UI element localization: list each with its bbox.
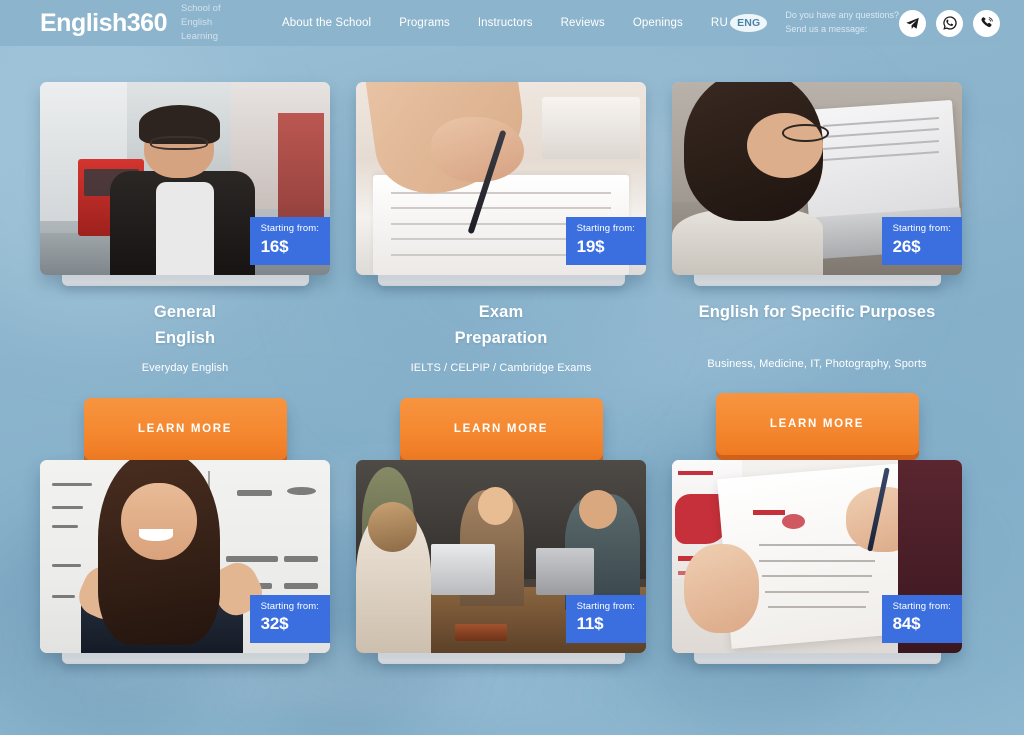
price-value: 32$ — [260, 614, 289, 634]
program-card[interactable]: Starting from: 19$ Exam Preparation IELT… — [356, 82, 646, 460]
price-value: 19$ — [576, 236, 605, 256]
telegram-icon — [906, 17, 919, 29]
learn-more-button[interactable]: LEARN MORE — [399, 397, 603, 460]
learn-more-button[interactable]: LEARN MORE — [83, 397, 287, 460]
card-subtitle: Business, Medicine, IT, Photography, Spo… — [707, 357, 927, 370]
nav-item-about-the-school[interactable]: About the School — [282, 17, 371, 29]
card-media[interactable]: Starting from: 11$ — [356, 459, 646, 653]
nav-item-openings[interactable]: Openings — [633, 17, 683, 29]
program-card[interactable]: Starting from: 26$ English for Specific … — [672, 82, 962, 460]
main-navigation: About the School Programs Instructors Re… — [282, 17, 683, 29]
card-media[interactable]: Starting from: 32$ — [40, 459, 330, 653]
price-label: Starting from: — [576, 600, 635, 612]
price-badge: Starting from: 19$ — [565, 217, 646, 265]
language-switcher: RU ENG — [711, 14, 768, 32]
price-label: Starting from: — [892, 223, 951, 235]
price-value: 16$ — [260, 236, 289, 256]
price-value: 26$ — [892, 236, 921, 256]
contact-prompt: Do you have any questions? Send us a mes… — [785, 9, 899, 37]
price-badge: Starting from: 16$ — [249, 217, 330, 265]
card-shelf — [61, 652, 309, 664]
card-media[interactable]: Starting from: 16$ — [40, 82, 330, 275]
price-label: Starting from: — [892, 600, 951, 612]
card-title: General English — [153, 303, 217, 347]
viber-icon — [980, 17, 993, 28]
price-label: Starting from: — [576, 223, 635, 235]
site-header: English360 School of English Learning Ab… — [0, 0, 1024, 46]
price-value: 84$ — [892, 614, 921, 634]
card-media[interactable]: Starting from: 84$ — [672, 459, 962, 653]
program-card[interactable]: Starting from: 16$ General English Every… — [40, 82, 330, 460]
brand-logo[interactable]: English360 — [40, 10, 168, 36]
telegram-button[interactable] — [899, 9, 926, 37]
program-card[interactable]: Starting from: 84$ — [672, 459, 962, 664]
programs-row-bottom: Starting from: 32$ Starting from: 11$ St… — [40, 459, 984, 664]
nav-item-instructors[interactable]: Instructors — [478, 17, 533, 29]
card-body: English for Specific Purposes Business, … — [672, 286, 962, 455]
social-links — [899, 9, 1000, 37]
programs-row-top: Starting from: 16$ General English Every… — [40, 82, 984, 460]
program-card[interactable]: Starting from: 32$ — [40, 459, 330, 664]
whatsapp-button[interactable] — [936, 9, 963, 37]
card-media[interactable]: Starting from: 19$ — [356, 82, 646, 275]
card-body: General English Everyday English LEARN M… — [40, 286, 330, 460]
contact-prompt-line-1: Do you have any questions? — [785, 10, 899, 21]
price-value: 11$ — [576, 614, 604, 634]
card-subtitle: IELTS / CELPIP / Cambridge Exams — [410, 362, 592, 375]
price-badge: Starting from: 32$ — [249, 594, 330, 643]
programs-section: Starting from: 16$ General English Every… — [0, 46, 1024, 664]
card-shelf — [377, 275, 625, 286]
price-badge: Starting from: 84$ — [881, 594, 962, 643]
whatsapp-icon — [942, 16, 957, 30]
card-shelf — [61, 275, 309, 286]
card-body: Exam Preparation IELTS / CELPIP / Cambri… — [356, 286, 646, 460]
card-shelf — [693, 275, 941, 286]
brand-tagline: School of English Learning — [181, 2, 221, 43]
card-media[interactable]: Starting from: 26$ — [672, 82, 962, 275]
learn-more-button[interactable]: LEARN MORE — [715, 392, 919, 455]
language-option-eng[interactable]: ENG — [730, 14, 768, 32]
price-label: Starting from: — [260, 600, 319, 612]
language-option-ru[interactable]: RU — [711, 17, 728, 29]
price-label: Starting from: — [260, 223, 319, 235]
price-badge: Starting from: 11$ — [565, 594, 646, 643]
contact-prompt-line-2: Send us a message: — [785, 24, 868, 34]
card-subtitle: Everyday English — [141, 362, 229, 375]
viber-button[interactable] — [973, 9, 1000, 37]
nav-item-programs[interactable]: Programs — [399, 17, 450, 29]
nav-item-reviews[interactable]: Reviews — [561, 17, 605, 29]
card-title: English for Specific Purposes — [698, 303, 936, 321]
card-title: Exam Preparation — [454, 303, 548, 347]
price-badge: Starting from: 26$ — [881, 217, 962, 265]
card-shelf — [693, 652, 941, 664]
program-card[interactable]: Starting from: 11$ — [356, 459, 646, 664]
card-shelf — [377, 652, 625, 664]
